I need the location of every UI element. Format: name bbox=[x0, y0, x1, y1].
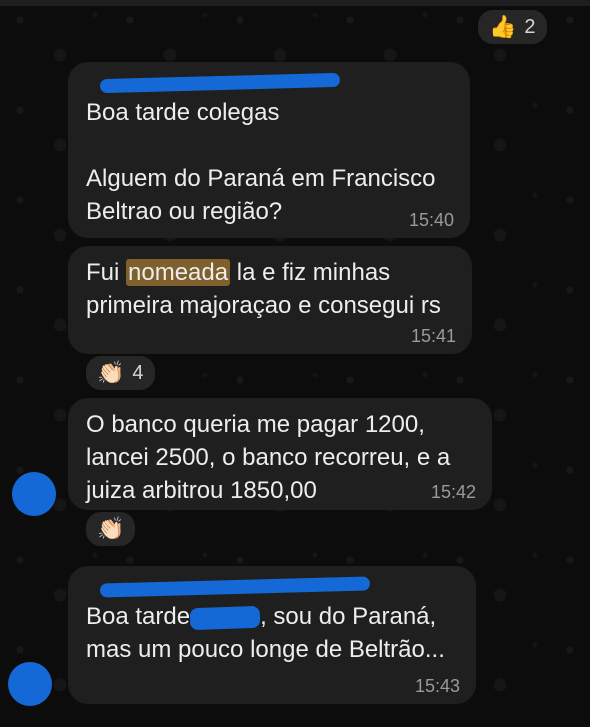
message-time: 15:43 bbox=[414, 676, 460, 696]
thumbs-up-icon: 👍 bbox=[489, 14, 517, 39]
highlighted-word: nomeada bbox=[126, 259, 231, 286]
message-bubble-3[interactable]: O banco queria me pagar 1200, lancei 250… bbox=[68, 398, 492, 510]
message-text-line: lancei 2500, o banco recorreu, e a bbox=[86, 444, 451, 471]
avatar[interactable] bbox=[8, 662, 52, 706]
message-bubble-1[interactable]: Boa tarde colegas Alguem do Paraná em Fr… bbox=[68, 62, 470, 238]
message-time: 15:41 bbox=[410, 326, 456, 346]
previous-message-edge bbox=[0, 0, 590, 6]
message-bubble-2[interactable]: Fui nomeada la e fiz minhas primeira maj… bbox=[68, 246, 472, 354]
reaction-count: 2 bbox=[524, 15, 536, 38]
text-segment: Fui bbox=[86, 259, 127, 286]
message-text-line: primeira majoraçao e consegui rs bbox=[86, 292, 441, 319]
clapping-hands-icon: 👏🏻 bbox=[97, 516, 125, 541]
message-bubble-4[interactable]: Boa tarde , sou do Paraná, mas um pouco l… bbox=[68, 566, 476, 704]
sender-name-redacted bbox=[86, 72, 452, 94]
text-segment: la e fiz minhas bbox=[230, 259, 391, 286]
text-segment: Boa tarde bbox=[86, 603, 191, 630]
message-text-line: Boa tarde , sou do Paraná, bbox=[86, 600, 458, 633]
message-text-line: juiza arbitrou 1850,00 bbox=[86, 477, 317, 504]
reaction-count: 4 bbox=[132, 361, 144, 384]
message-text-line: Fui nomeada la e fiz minhas bbox=[86, 256, 454, 289]
reaction-clap[interactable]: 👏🏻 4 bbox=[84, 354, 157, 392]
message-text-line: Alguem do Paraná em Francisco bbox=[86, 165, 436, 192]
message-text-line: O banco queria me pagar 1200, bbox=[86, 411, 425, 438]
redaction-mark bbox=[189, 605, 261, 630]
message-time: 15:42 bbox=[430, 482, 476, 502]
message-text-line: mas um pouco longe de Beltrão... bbox=[86, 636, 445, 663]
text-segment: , sou do Paraná, bbox=[260, 603, 437, 630]
reaction-thumbs-up[interactable]: 👍 2 bbox=[476, 8, 549, 46]
reaction-clap-2[interactable]: 👏🏻 bbox=[84, 510, 138, 548]
message-text-line: Boa tarde colegas bbox=[86, 99, 280, 126]
redaction-mark bbox=[99, 576, 371, 598]
sender-name-redacted bbox=[86, 576, 458, 598]
message-text-line: Beltrao ou região? bbox=[86, 198, 283, 225]
redaction-mark bbox=[99, 72, 341, 94]
message-text-line bbox=[86, 129, 452, 162]
message-time: 15:40 bbox=[408, 210, 454, 230]
avatar[interactable] bbox=[12, 472, 56, 516]
clapping-hands-icon: 👏🏻 bbox=[97, 360, 125, 385]
